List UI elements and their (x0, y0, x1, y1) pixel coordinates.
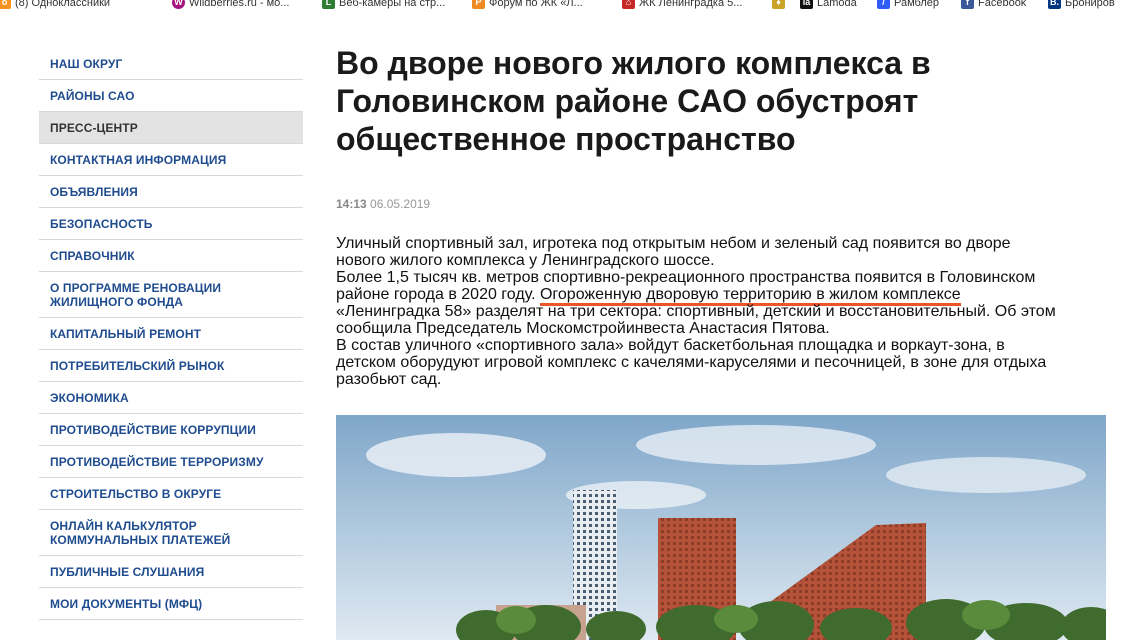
sidebar-item-construction[interactable]: СТРОИТЕЛЬСТВО В ОКРУГЕ (39, 478, 303, 510)
sidebar-item-districts[interactable]: РАЙОНЫ САО (39, 80, 303, 112)
sidebar-item-capital-repair[interactable]: КАПИТАЛЬНЫЙ РЕМОНТ (39, 318, 303, 350)
forum-icon: P (472, 0, 485, 9)
article-image (336, 415, 1106, 640)
sidebar-item-consumer-market[interactable]: ПОТРЕБИТЕЛЬСКИЙ РЫНОК (39, 350, 303, 382)
residential-complex-illustration (336, 415, 1106, 640)
bookmark-booking[interactable]: B. Брониров (1048, 0, 1115, 9)
paragraph-line: «Ленинградка 58» разделят на три сектора… (336, 303, 1056, 320)
bookmark-leningradka[interactable]: ⌂ ЖК Ленинградка 5... (622, 0, 742, 9)
sidebar-item-directory[interactable]: СПРАВОЧНИК (39, 240, 303, 272)
sidebar-item-our-district[interactable]: НАШ ОКРУГ (39, 48, 303, 80)
paragraph-line: В состав уличного «спортивного зала» вой… (336, 337, 1005, 354)
bookmark-label: (8) Одноклассники (15, 0, 111, 9)
sidebar-item-press-center[interactable]: ПРЕСС-ЦЕНТР (39, 112, 303, 144)
rambler-icon: / (877, 0, 890, 9)
sidebar-item-renovation[interactable]: О ПРОГРАММЕ РЕНОВАЦИИ ЖИЛИЩНОГО ФОНДА (39, 272, 303, 318)
lamoda-icon: la (800, 0, 813, 9)
paragraph-line: Уличный спортивный зал, игротека под отк… (336, 235, 1011, 252)
emblem-icon: ♦ (772, 0, 785, 9)
bookmark-wildberries[interactable]: W Wildberries.ru - мо... (172, 0, 289, 9)
bookmark-odnoklassniki[interactable]: о (8) Одноклассники (0, 0, 110, 9)
bookmark-emblem[interactable]: ♦ (772, 0, 785, 9)
article-body: Уличный спортивный зал, игротека под отк… (336, 235, 1124, 388)
article-date: 06.05.2019 (370, 197, 431, 211)
article-title: Во дворе нового жилого комплекса в Голов… (336, 45, 931, 157)
bookmark-label: Facebook (978, 0, 1027, 9)
bookmark-lamoda[interactable]: la Lamoda (800, 0, 857, 9)
bookmark-label: Рамблер (894, 0, 939, 9)
sidebar-item-public-hearings[interactable]: ПУБЛИЧНЫЕ СЛУШАНИЯ (39, 556, 303, 588)
house-icon: ⌂ (622, 0, 635, 9)
facebook-icon: f (961, 0, 974, 9)
sidebar-item-economy[interactable]: ЭКОНОМИКА (39, 382, 303, 414)
webcam-icon: L (322, 0, 335, 9)
article-time: 14:13 (336, 197, 367, 211)
paragraph-line: детском оборудуют игровой комплекс с кач… (336, 354, 1047, 371)
odnoklassniki-icon: о (0, 0, 11, 9)
sidebar-item-announcements[interactable]: ОБЪЯВЛЕНИЯ (39, 176, 303, 208)
paragraph-line: Более 1,5 тысяч кв. метров спортивно-рек… (336, 269, 1036, 286)
paragraph-line: нового жилого комплекса у Ленинградского… (336, 252, 715, 269)
bookmark-webcams[interactable]: L Веб-камеры на стр... (322, 0, 445, 9)
bookmark-forum[interactable]: P Форум по ЖК «Л... (472, 0, 583, 9)
paragraph-line: разобьют сад. (336, 371, 442, 388)
sidebar-item-anti-terrorism[interactable]: ПРОТИВОДЕЙСТВИЕ ТЕРРОРИЗМУ (39, 446, 303, 478)
booking-icon: B. (1048, 0, 1061, 9)
wildberries-icon: W (172, 0, 185, 9)
bookmark-label: Lamoda (817, 0, 857, 9)
sidebar-item-security[interactable]: БЕЗОПАСНОСТЬ (39, 208, 303, 240)
article-meta: 14:13 06.05.2019 (336, 197, 430, 211)
bookmark-label: Форум по ЖК «Л... (489, 0, 583, 9)
sidebar-nav: НАШ ОКРУГ РАЙОНЫ САО ПРЕСС-ЦЕНТР КОНТАКТ… (39, 48, 303, 620)
bookmark-label: ЖК Ленинградка 5... (639, 0, 743, 9)
bookmark-facebook[interactable]: f Facebook (961, 0, 1026, 9)
paragraph-text: районе города в 2020 году. (336, 286, 540, 303)
bookmark-label: Веб-камеры на стр... (339, 0, 446, 9)
bookmark-label: Брониров (1065, 0, 1115, 9)
bookmark-rambler[interactable]: / Рамблер (877, 0, 939, 9)
bookmark-label: Wildberries.ru - мо... (189, 0, 290, 9)
paragraph-line: сообщила Председатель Москомстройинвеста… (336, 320, 830, 337)
paragraph-line: районе города в 2020 году. Огороженную д… (336, 286, 1124, 306)
bookmarks-bar: о (8) Одноклассники W Wildberries.ru - м… (0, 0, 1124, 12)
sidebar-item-contacts[interactable]: КОНТАКТНАЯ ИНФОРМАЦИЯ (39, 144, 303, 176)
sidebar-item-anti-corruption[interactable]: ПРОТИВОДЕЙСТВИЕ КОРРУПЦИИ (39, 414, 303, 446)
sidebar-item-my-documents[interactable]: МОИ ДОКУМЕНТЫ (МФЦ) (39, 588, 303, 620)
sidebar-item-utility-calculator[interactable]: ОНЛАЙН КАЛЬКУЛЯТОР КОММУНАЛЬНЫХ ПЛАТЕЖЕЙ (39, 510, 303, 556)
